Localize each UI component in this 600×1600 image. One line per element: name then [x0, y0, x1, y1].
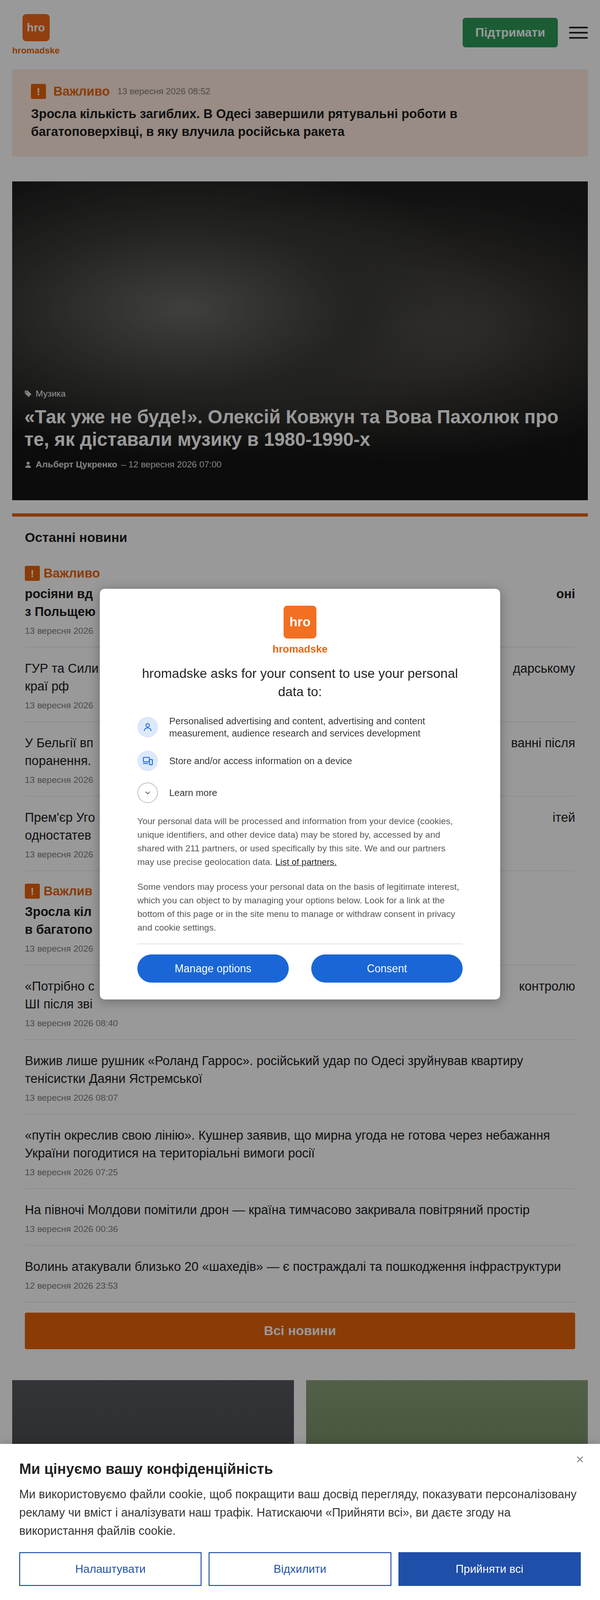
close-button[interactable]: × [573, 1450, 586, 1469]
cookie-button[interactable]: Відхилити [208, 1552, 391, 1586]
person-icon [137, 716, 158, 738]
banner-title: Ми цінуємо вашу конфіденційність [19, 1459, 581, 1479]
purpose-text: Store and/or access information on a dev… [169, 754, 353, 767]
banner-text: Ми використовуємо файли cookie, щоб покр… [19, 1485, 581, 1540]
dialog-logo: hro hromadske [137, 605, 463, 657]
chevron-down-icon[interactable] [137, 782, 158, 803]
cookie-button[interactable]: Налаштувати [19, 1552, 202, 1586]
purpose-item: Personalised advertising and content, ad… [137, 714, 463, 740]
manage-options-button[interactable]: Manage options [137, 954, 289, 983]
learn-more-label[interactable]: Learn more [169, 786, 218, 799]
learn-more[interactable]: Learn more [137, 782, 463, 803]
purpose-text: Personalised advertising and content, ad… [169, 714, 463, 740]
consent-text: Your personal data will be processed and… [137, 814, 463, 869]
purpose-list: Personalised advertising and content, ad… [137, 714, 463, 803]
devices-icon [137, 750, 158, 772]
logo-mark: hro [283, 605, 317, 639]
consent-button[interactable]: Consent [311, 954, 463, 983]
dialog-heading: hromadske asks for your consent to use y… [137, 664, 463, 701]
cookie-button[interactable]: Прийняти всі [398, 1552, 581, 1586]
logo-wordmark: hromadske [272, 641, 328, 657]
purpose-item: Store and/or access information on a dev… [137, 750, 463, 772]
partners-link[interactable]: List of partners. [275, 856, 337, 867]
dialog-buttons: Manage options Consent [137, 954, 463, 983]
divider [137, 943, 463, 945]
cookie-banner: ×Ми цінуємо вашу конфіденційність Ми вико… [0, 1443, 600, 1600]
consent-paragraph: Some vendors may process your personal d… [137, 879, 463, 935]
banner-buttons: НалаштуватиВідхилитиПрийняти всі [19, 1552, 581, 1586]
consent-dialog: hro hromadske hromadske asks for your cons… [99, 588, 501, 1000]
